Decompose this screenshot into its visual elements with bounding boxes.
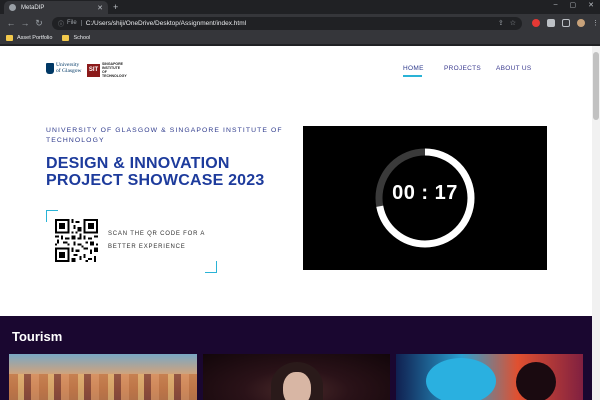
sit-logo[interactable]: SIT SINGAPORE INSTITUTE OF TECHNOLOGY: [87, 62, 127, 78]
project-card-portrait[interactable]: [203, 354, 390, 400]
bookmark-star-icon[interactable]: ☆: [510, 19, 516, 27]
extension-icon[interactable]: [532, 19, 540, 27]
puzzle-icon[interactable]: [547, 19, 555, 27]
nav-active-underline: [403, 75, 422, 77]
crest-icon: [46, 63, 54, 74]
countdown-timer: 00 : 17: [303, 126, 547, 270]
bookmark-asset-portfolio[interactable]: Asset Portfolio: [6, 35, 52, 41]
scrollbar-thumb[interactable]: [593, 52, 599, 120]
browser-tab[interactable]: MetaDIP ✕: [4, 1, 108, 14]
window-controls: – ▢ ✕: [554, 1, 594, 9]
browser-toolbar: ← → ↻ ⓘ File C:/Users/shiji/OneDrive/Des…: [0, 14, 600, 32]
tab-strip: MetaDIP ✕ + – ▢ ✕: [0, 0, 600, 14]
tab-title: MetaDIP: [21, 4, 45, 11]
new-tab-button[interactable]: +: [113, 2, 118, 12]
sit-mark: SIT: [87, 63, 100, 77]
nav-home[interactable]: HOME: [403, 65, 424, 72]
reload-button[interactable]: ↻: [32, 18, 46, 29]
tourism-section: Tourism: [0, 316, 592, 400]
corner-bracket-decoration: [205, 261, 217, 273]
extensions-area: ⋮: [532, 19, 599, 27]
minimize-icon[interactable]: –: [554, 1, 558, 9]
scheme-label: File: [67, 20, 82, 26]
share-icon[interactable]: ⇪: [498, 19, 504, 27]
address-bar[interactable]: ⓘ File C:/Users/shiji/OneDrive/Desktop/A…: [52, 16, 522, 30]
uog-logo[interactable]: University of Glasgow: [46, 62, 84, 74]
kebab-menu-icon[interactable]: ⋮: [592, 19, 599, 27]
sit-logo-text: SINGAPORE INSTITUTE OF TECHNOLOGY: [102, 62, 127, 78]
profile-avatar[interactable]: [577, 19, 585, 27]
countdown-display: 00 : 17: [392, 182, 458, 204]
close-window-icon[interactable]: ✕: [588, 1, 594, 9]
info-icon[interactable]: ⓘ: [58, 19, 64, 28]
page-title: DESIGN & INNOVATION PROJECT SHOWCASE 202…: [46, 155, 265, 189]
eyebrow-text: UNIVERSITY OF GLASGOW & SINGAPORE INSTIT…: [46, 127, 283, 144]
bookmark-label: Asset Portfolio: [17, 35, 53, 41]
bookmark-school[interactable]: School: [62, 35, 90, 41]
qr-section: SCAN THE QR CODE FOR A BETTER EXPERIENCE: [46, 210, 217, 273]
folder-icon: [6, 35, 13, 41]
maximize-icon[interactable]: ▢: [570, 1, 577, 9]
qr-caption: SCAN THE QR CODE FOR A BETTER EXPERIENCE: [108, 231, 205, 250]
bookmark-label: School: [73, 35, 91, 41]
project-card-art-figure[interactable]: [396, 354, 583, 400]
buildings-image: [9, 374, 197, 400]
uog-logo-text: University of Glasgow: [56, 62, 82, 74]
portrait-face-image: [283, 372, 311, 400]
nav-about-us[interactable]: ABOUT US: [496, 65, 532, 72]
side-panel-icon[interactable]: [562, 19, 570, 27]
site-header: University of Glasgow SIT SINGAPORE INST…: [0, 46, 592, 96]
folder-icon: [62, 35, 70, 41]
dark-figure-image: [516, 362, 556, 400]
address-url[interactable]: C:/Users/shiji/OneDrive/Desktop/Assignme…: [86, 20, 492, 27]
project-card-coastal-town[interactable]: [9, 354, 197, 400]
close-tab-icon[interactable]: ✕: [97, 4, 103, 12]
back-button[interactable]: ←: [4, 18, 18, 28]
globe-icon: [9, 4, 16, 11]
nav-projects[interactable]: PROJECTS: [444, 65, 481, 72]
qr-code-icon[interactable]: [55, 219, 98, 262]
page-viewport: University of Glasgow SIT SINGAPORE INST…: [0, 46, 600, 400]
bookmarks-bar: Asset Portfolio School: [0, 32, 600, 45]
forward-button[interactable]: →: [18, 18, 32, 28]
blue-figure-image: [426, 358, 496, 400]
section-title: Tourism: [12, 329, 63, 344]
page-scrollbar[interactable]: [592, 46, 600, 400]
